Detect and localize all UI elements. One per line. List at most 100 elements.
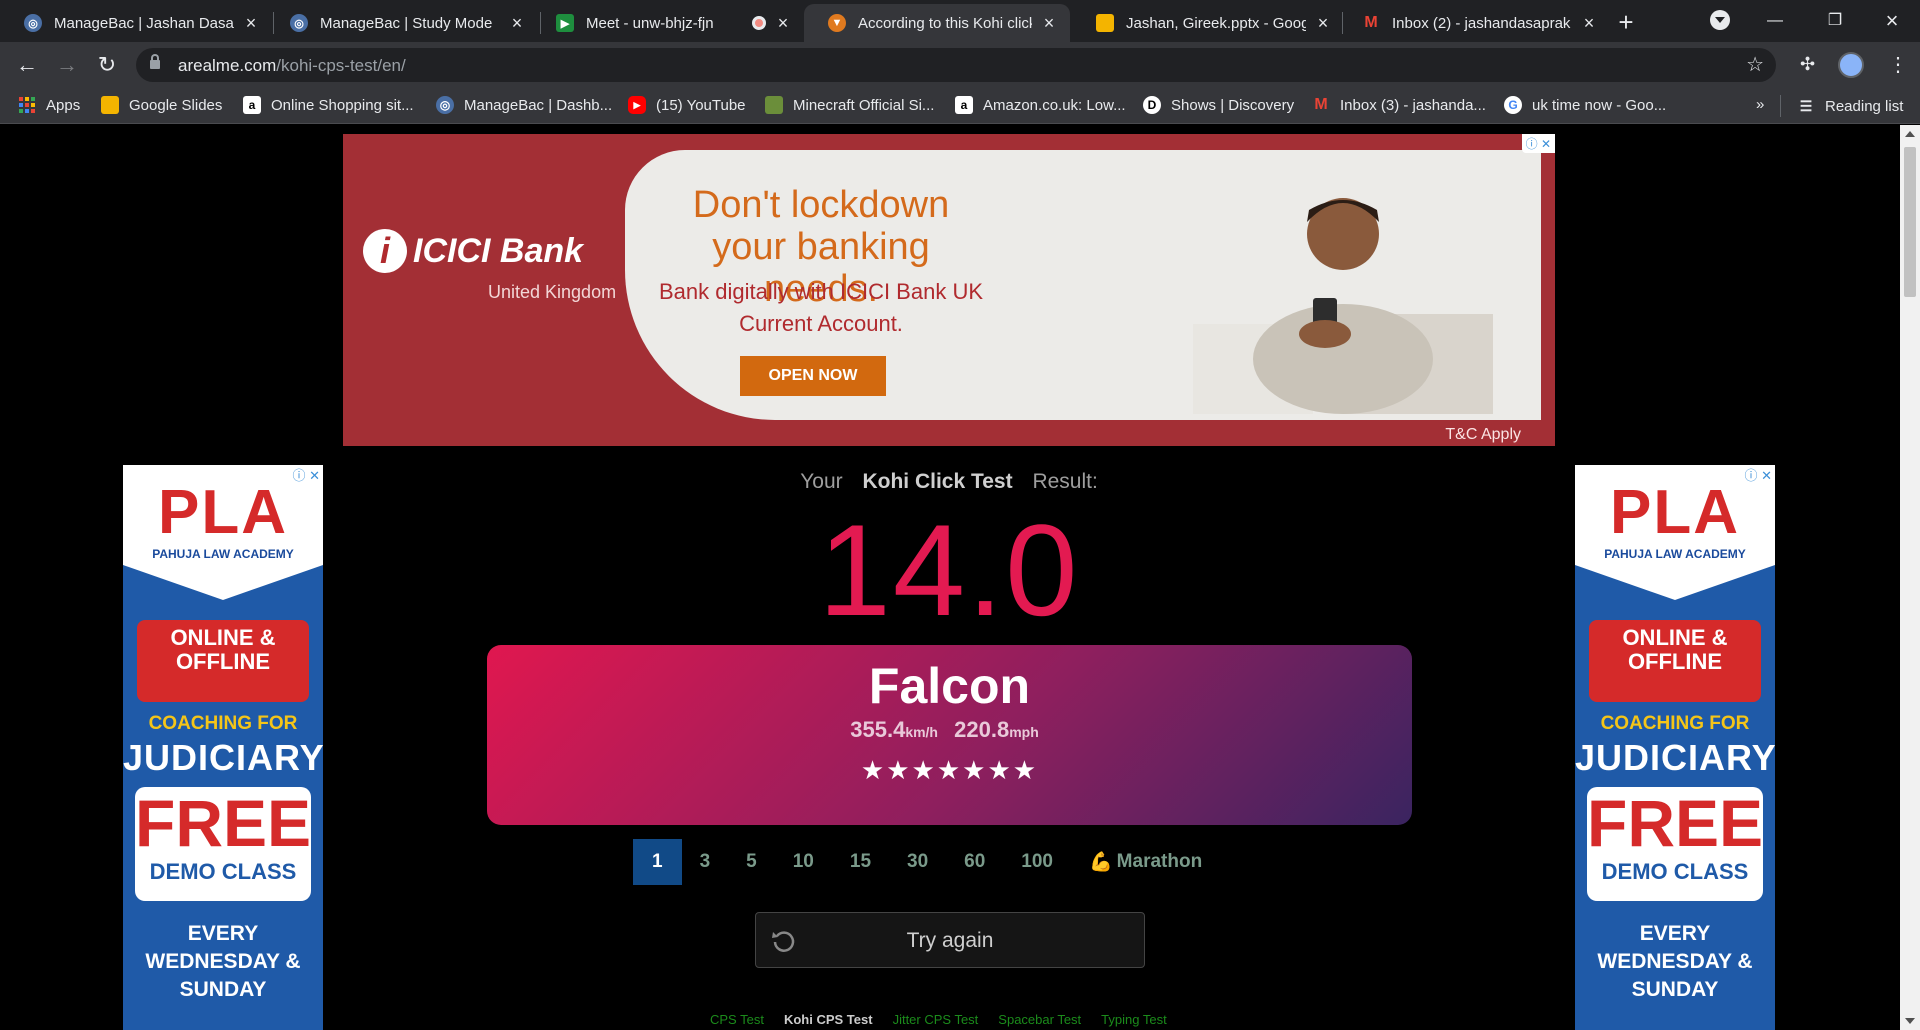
address-bar[interactable]: arealme.com/kohi-cps-test/en/ ☆ — [136, 48, 1776, 82]
url-text[interactable]: arealme.com/kohi-cps-test/en/ — [178, 56, 406, 76]
reload-button[interactable]: ↻ — [92, 50, 122, 80]
scroll-down-arrow-icon[interactable] — [1905, 1018, 1915, 1024]
right-side-ad[interactable]: PLA PAHUJA LAW ACADEMY ONLINE & OFFLINE … — [1575, 465, 1775, 1030]
rank-name: Falcon — [868, 658, 1031, 714]
duration-tab-3[interactable]: 3 — [682, 839, 729, 885]
ad-free-box: FREE DEMO CLASS — [1587, 787, 1763, 901]
ad-close-icon[interactable]: ⓘ ✕ — [1521, 134, 1555, 153]
icici-i-icon: i — [363, 229, 407, 273]
close-icon[interactable]: × — [508, 13, 526, 34]
ad-close-icon[interactable]: ⓘ ✕ — [1741, 465, 1775, 484]
bookmark-uk-time[interactable]: G uk time now - Goo... — [1504, 96, 1666, 114]
footer-links: CPS Test Kohi CPS Test Jitter CPS Test S… — [710, 1012, 1167, 1027]
ad-open-now-button[interactable]: OPEN NOW — [740, 356, 886, 396]
result-prefix: Your — [800, 470, 843, 493]
close-window-button[interactable]: × — [1872, 6, 1912, 36]
bookmark-google-slides[interactable]: Google Slides — [101, 96, 222, 114]
result-test-name: Kohi Click Test — [862, 470, 1013, 493]
rank-card: Falcon 355.4km/h 220.8mph ★★★★★★★ — [487, 645, 1412, 825]
tab-title: Meet - unw-bhjz-fjn — [586, 14, 714, 32]
top-banner-ad[interactable]: i ICICI Bank United Kingdom Don't lockdo… — [343, 134, 1555, 446]
browser-toolbar: ← → ↻ arealme.com/kohi-cps-test/en/ ☆ ✣ … — [0, 42, 1920, 88]
flexed-biceps-icon: 💪 — [1089, 852, 1113, 873]
ad-free: FREE — [135, 786, 312, 860]
ad-every: EVERY WEDNESDAY & SUNDAY — [145, 922, 301, 1001]
google-slides-icon — [1096, 14, 1114, 32]
tab-managebac-study[interactable]: ◎ ManageBac | Study Mode × — [266, 4, 538, 42]
bookmark-amazon[interactable]: a Amazon.co.uk: Low... — [955, 96, 1126, 114]
bookmark-youtube[interactable]: ▶ (15) YouTube — [628, 96, 746, 114]
tab-gmail-inbox[interactable]: M Inbox (2) - jashandasaprak × — [1338, 4, 1610, 42]
duration-tab-5[interactable]: 5 — [728, 839, 775, 885]
forward-button[interactable]: → — [52, 50, 82, 80]
footer-link-typing-test[interactable]: Typing Test — [1101, 1012, 1167, 1027]
bookmark-label: Apps — [46, 96, 81, 114]
duration-tab-10[interactable]: 10 — [775, 839, 832, 885]
close-icon[interactable]: × — [1580, 13, 1598, 34]
speed-kmh: 355.4 — [850, 717, 906, 742]
new-tab-button[interactable]: + — [1612, 8, 1640, 36]
bookmark-minecraft[interactable]: Minecraft Official Si... — [765, 96, 934, 114]
managebac-icon: ◎ — [436, 96, 454, 114]
reading-list-button[interactable]: ☰ Reading list — [1780, 95, 1903, 117]
restore-button[interactable]: ❐ — [1815, 6, 1855, 36]
pla-subtitle: PAHUJA LAW ACADEMY — [1604, 547, 1746, 561]
lock-icon[interactable] — [150, 54, 160, 69]
tab-title: ManageBac | Jashan Dasapr — [54, 14, 234, 32]
duration-tabs: 1 3 5 10 15 30 60 100 💪 Marathon — [633, 839, 1220, 885]
tab-managebac-jashan[interactable]: ◎ ManageBac | Jashan Dasapr × — [0, 4, 272, 42]
close-icon[interactable]: × — [774, 13, 792, 34]
close-icon[interactable]: × — [242, 13, 260, 34]
bookmarks-overflow-button[interactable]: » — [1756, 96, 1764, 113]
footer-link-kohi-cps-test[interactable]: Kohi CPS Test — [784, 1012, 873, 1027]
tab-google-slides[interactable]: Jashan, Gireek.pptx - Googl × — [1072, 4, 1344, 42]
back-button[interactable]: ← — [12, 50, 42, 80]
bookmark-apps[interactable]: Apps — [18, 96, 80, 114]
try-again-button[interactable]: Try again — [755, 912, 1145, 968]
bookmark-star-icon[interactable]: ☆ — [1746, 52, 1764, 77]
ad-close-icon[interactable]: ⓘ ✕ — [289, 465, 323, 484]
footer-link-spacebar-test[interactable]: Spacebar Test — [998, 1012, 1081, 1027]
extensions-icon[interactable]: ✣ — [1800, 54, 1815, 75]
scroll-up-arrow-icon[interactable] — [1905, 131, 1915, 137]
tab-kohi-click-test[interactable]: ▼ According to this Kohi click × — [804, 4, 1070, 42]
gmail-icon: M — [1364, 14, 1378, 31]
result-heading: Your Kohi Click Test Result: — [343, 470, 1555, 494]
tab-title: ManageBac | Study Mode — [320, 14, 493, 32]
duration-tab-marathon[interactable]: 💪 Marathon — [1071, 839, 1220, 885]
tab-search-icon[interactable] — [1710, 10, 1730, 30]
icici-logo: i ICICI Bank — [363, 229, 583, 273]
duration-tab-30[interactable]: 30 — [889, 839, 946, 885]
left-side-ad[interactable]: PLA PAHUJA LAW ACADEMY ONLINE & OFFLINE … — [123, 465, 323, 1030]
footer-link-jitter-cps-test[interactable]: Jitter CPS Test — [893, 1012, 979, 1027]
duration-tab-15[interactable]: 15 — [832, 839, 889, 885]
result-suffix: Result: — [1032, 470, 1098, 493]
bookmark-gmail[interactable]: M Inbox (3) - jashanda... — [1312, 96, 1486, 114]
close-icon[interactable]: × — [1314, 13, 1332, 34]
ad-judiciary: JUDICIARY — [1575, 737, 1775, 778]
bookmark-online-shopping[interactable]: a Online Shopping sit... — [243, 96, 414, 114]
minimize-button[interactable]: — — [1755, 6, 1795, 36]
google-slides-icon — [101, 96, 119, 114]
duration-tab-1[interactable]: 1 — [633, 839, 682, 885]
profile-avatar[interactable] — [1838, 52, 1864, 78]
pla-subtitle: PAHUJA LAW ACADEMY — [152, 547, 294, 561]
ad-online-offline: ONLINE & OFFLINE — [1589, 620, 1761, 702]
bookmark-discovery[interactable]: D Shows | Discovery — [1143, 96, 1294, 114]
page-scrollbar[interactable] — [1900, 125, 1920, 1030]
footer-link-cps-test[interactable]: CPS Test — [710, 1012, 764, 1027]
ad-coaching: COACHING FOR — [148, 713, 298, 734]
ad-demo-class: DEMO CLASS — [149, 859, 297, 884]
scrollbar-thumb[interactable] — [1904, 147, 1916, 297]
ad-chevron-shape — [123, 565, 323, 600]
minecraft-icon — [765, 96, 783, 114]
bookmark-managebac[interactable]: ◎ ManageBac | Dashb... — [436, 96, 612, 114]
duration-tab-60[interactable]: 60 — [946, 839, 1003, 885]
menu-kebab-icon[interactable]: ⋮ — [1888, 52, 1908, 77]
marathon-label: Marathon — [1116, 851, 1203, 872]
tab-meet[interactable]: ▶ Meet - unw-bhjz-fjn × — [532, 4, 804, 42]
bookmark-label: Google Slides — [129, 96, 223, 114]
close-icon[interactable]: × — [1040, 13, 1058, 34]
bookmark-label: Minecraft Official Si... — [793, 96, 935, 114]
duration-tab-100[interactable]: 100 — [1003, 839, 1071, 885]
